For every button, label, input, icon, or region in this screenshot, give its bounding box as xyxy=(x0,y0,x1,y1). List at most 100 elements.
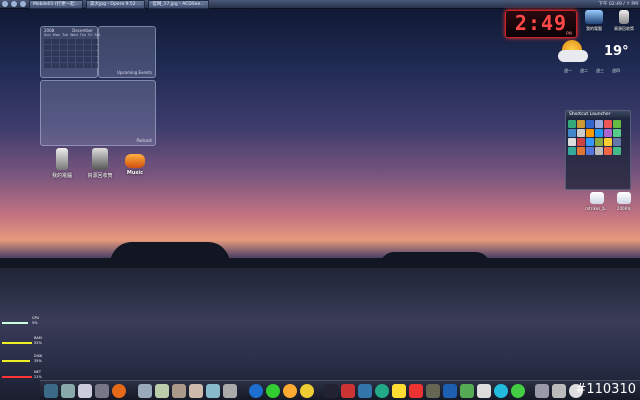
shortcut-icon[interactable] xyxy=(604,129,612,137)
steam-icon[interactable] xyxy=(324,383,338,398)
task-button-mobile01[interactable]: Mobile01 (打更一起... xyxy=(29,0,83,9)
calendar-widget[interactable]: 2008 December Sun Mon Tue Wed Thu Fri Sat xyxy=(40,26,100,78)
system-meter-widget[interactable]: CPU 5% RAM 52% DISK 35% NET 21% xyxy=(2,312,42,392)
desktop-icon-my-computer-right[interactable]: 我的電腦 xyxy=(580,10,608,32)
dock-app-icon[interactable] xyxy=(189,383,203,398)
podcast-label: Podcast xyxy=(136,138,152,143)
computer-icon xyxy=(56,148,68,170)
desktop-icon-music[interactable]: Music xyxy=(120,148,150,176)
clock-ampm: PM xyxy=(566,31,572,36)
dock-app-icon[interactable] xyxy=(535,383,549,398)
upcoming-events-label: Upcoming Events xyxy=(116,70,152,75)
shortcut-icon[interactable] xyxy=(577,129,585,137)
dock-app-icon[interactable] xyxy=(138,383,152,398)
skype-icon[interactable] xyxy=(494,383,508,398)
quicklaunch-icon[interactable] xyxy=(11,1,17,7)
recycle-bin-icon xyxy=(619,10,629,24)
shortcut-icon[interactable] xyxy=(613,120,621,128)
shortcut-icon[interactable] xyxy=(613,147,621,155)
shortcut-icon[interactable] xyxy=(586,147,594,155)
recycle-bin-icon xyxy=(92,148,108,170)
task-button-opera[interactable]: 美大jpg - Opera 9.52 ... xyxy=(85,0,146,9)
tray-clock: 下午 02:49 / ↑ PM xyxy=(598,2,638,7)
shortcut-icon[interactable] xyxy=(586,138,594,146)
shortcut-grid[interactable] xyxy=(566,118,630,157)
dock-app-icon[interactable] xyxy=(300,383,314,398)
system-tray[interactable]: 下午 02:49 / ↑ PM xyxy=(598,1,638,7)
dock-app-icon[interactable] xyxy=(358,383,372,398)
shortcut-icon[interactable] xyxy=(595,147,603,155)
shortcut-icon[interactable] xyxy=(568,129,576,137)
acrobat-icon[interactable] xyxy=(409,383,423,398)
meter-label-cpu: CPU xyxy=(32,316,40,320)
desktop-icon-recycle-bin[interactable]: 資源回收筒 xyxy=(84,148,116,179)
quicklaunch-icon[interactable] xyxy=(20,1,26,7)
meter-label-disk: DISK xyxy=(34,354,43,358)
shortcut-icon[interactable] xyxy=(604,138,612,146)
digital-clock-widget[interactable]: 2:49 PM xyxy=(505,10,577,38)
shortcut-icon[interactable] xyxy=(568,147,576,155)
dock-app-icon[interactable] xyxy=(341,383,355,398)
dock-app-icon[interactable] xyxy=(206,383,220,398)
dock xyxy=(40,380,640,400)
dock-app-icon[interactable] xyxy=(283,383,297,398)
shortcut-icon[interactable] xyxy=(577,120,585,128)
shortcut-icon[interactable] xyxy=(586,120,594,128)
ie-icon[interactable] xyxy=(249,383,263,398)
meter-value-disk: 35% xyxy=(34,359,42,363)
dock-app-icon[interactable] xyxy=(95,383,109,398)
weather-widget[interactable]: 19° 週一 週二 週三 週四 xyxy=(556,38,629,108)
shortcut-icon[interactable] xyxy=(604,147,612,155)
meter-value-ram: 52% xyxy=(34,341,42,345)
shortcut-icon[interactable] xyxy=(595,138,603,146)
folder-icon-rotrikes[interactable]: rotrikes_b... xyxy=(584,192,610,212)
hill xyxy=(380,252,490,266)
desktop-icon-my-computer[interactable]: 我的電腦 xyxy=(48,148,76,179)
shortcut-icon[interactable] xyxy=(577,147,585,155)
mountain xyxy=(110,242,230,264)
meter-label-ram: RAM xyxy=(34,336,42,340)
upcoming-events-widget[interactable]: Upcoming Events xyxy=(98,26,156,78)
shortcut-icon[interactable] xyxy=(613,129,621,137)
dock-app-icon[interactable] xyxy=(392,383,406,398)
dock-app-icon[interactable] xyxy=(44,383,58,398)
dock-app-icon[interactable] xyxy=(460,383,474,398)
photoshop-icon[interactable] xyxy=(443,383,457,398)
dock-app-icon[interactable] xyxy=(172,383,186,398)
dock-app-icon[interactable] xyxy=(61,383,75,398)
shortcut-icon[interactable] xyxy=(577,138,585,146)
dock-app-icon[interactable] xyxy=(477,383,491,398)
shortcut-icon[interactable] xyxy=(568,138,576,146)
shortcut-icon[interactable] xyxy=(595,129,603,137)
dock-app-icon[interactable] xyxy=(155,383,169,398)
dock-app-icon[interactable] xyxy=(266,383,280,398)
shortcut-icon[interactable] xyxy=(568,120,576,128)
folder-icon xyxy=(617,192,631,204)
shortcut-icon[interactable] xyxy=(595,120,603,128)
calendar-grid[interactable] xyxy=(44,39,99,68)
weather-forecast: 週一 週二 週三 週四 xyxy=(564,68,620,73)
task-button-acdsee[interactable]: 官网_17.jpg - ACDSee... xyxy=(148,0,209,9)
music-icon xyxy=(125,154,145,168)
shortcut-icon[interactable] xyxy=(586,129,594,137)
folder-icon-2008[interactable]: 2008年 xyxy=(612,192,636,212)
shortcut-icon[interactable] xyxy=(613,138,621,146)
shortcut-launcher-widget[interactable]: Shortcut Launcher xyxy=(565,110,631,190)
shortcut-icon[interactable] xyxy=(604,120,612,128)
meter-bar xyxy=(2,376,32,378)
firefox-icon[interactable] xyxy=(112,383,126,398)
folder-icon xyxy=(590,192,604,204)
dock-separator xyxy=(240,384,246,398)
podcast-widget[interactable]: Podcast xyxy=(40,80,156,146)
dock-app-icon[interactable] xyxy=(375,383,389,398)
shortcut-launcher-title: Shortcut Launcher xyxy=(566,111,630,118)
dock-app-icon[interactable] xyxy=(223,383,237,398)
desktop-icon-recycle-bin-right[interactable]: 資源回收筒 xyxy=(612,10,636,32)
dock-app-icon[interactable] xyxy=(78,383,92,398)
meter-bar xyxy=(2,360,30,362)
trash-icon[interactable] xyxy=(552,383,566,398)
lightroom-icon[interactable] xyxy=(426,383,440,398)
start-icon[interactable] xyxy=(2,1,8,7)
dock-app-icon[interactable] xyxy=(511,383,525,398)
meter-bar xyxy=(2,342,32,344)
